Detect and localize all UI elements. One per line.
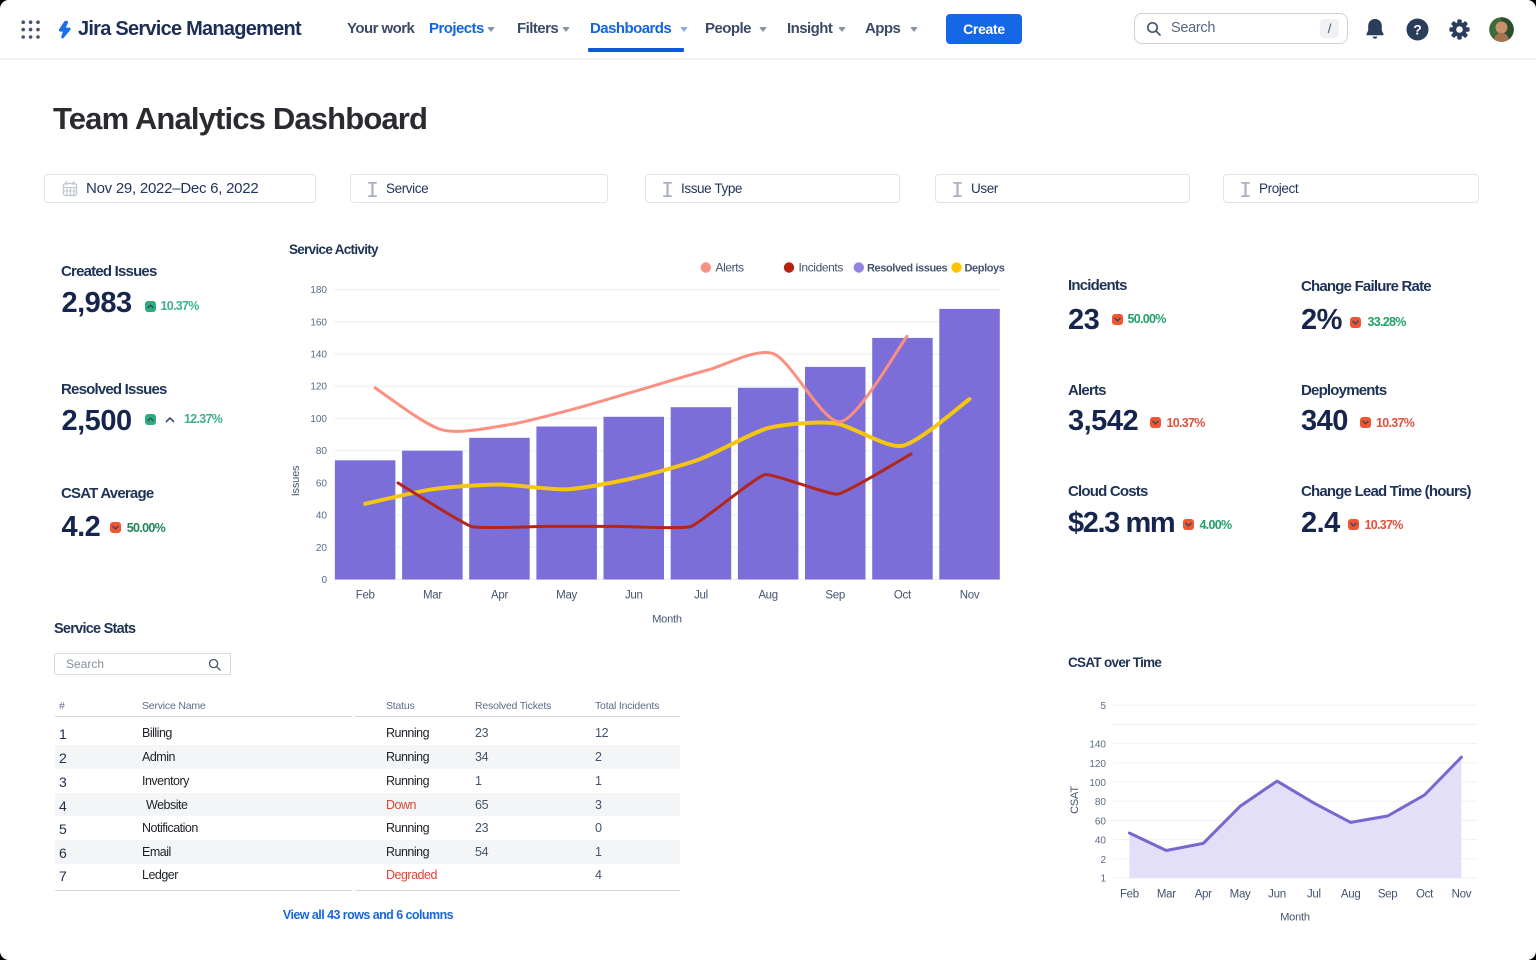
svg-text:Jul: Jul xyxy=(1307,889,1321,901)
svg-text:Aug: Aug xyxy=(758,590,778,602)
svg-text:80: 80 xyxy=(1095,797,1107,808)
svg-text:Mar: Mar xyxy=(423,590,442,602)
svg-text:Apr: Apr xyxy=(491,590,508,602)
svg-text:Aug: Aug xyxy=(1341,889,1361,901)
svg-text:Jul: Jul xyxy=(694,590,708,602)
svg-text:May: May xyxy=(556,590,577,602)
svg-text:Feb: Feb xyxy=(356,590,375,602)
svg-text:140: 140 xyxy=(1089,740,1106,751)
svg-text:Deploys: Deploys xyxy=(965,263,1005,275)
svg-text:40: 40 xyxy=(1095,836,1107,847)
svg-text:Mar: Mar xyxy=(1157,889,1176,901)
svg-text:160: 160 xyxy=(310,317,327,328)
svg-text:Month: Month xyxy=(1280,912,1310,924)
svg-text:Month: Month xyxy=(652,614,682,626)
svg-text:Oct: Oct xyxy=(1416,889,1434,901)
svg-text:Sep: Sep xyxy=(825,590,845,602)
svg-text:5: 5 xyxy=(1100,701,1106,712)
svg-text:80: 80 xyxy=(316,446,328,457)
svg-text:20: 20 xyxy=(316,543,328,554)
svg-text:Apr: Apr xyxy=(1195,889,1212,901)
svg-text:120: 120 xyxy=(1089,759,1106,770)
svg-text:60: 60 xyxy=(1095,816,1107,827)
svg-text:Incidents: Incidents xyxy=(799,261,844,275)
svg-text:120: 120 xyxy=(310,382,327,393)
svg-text:40: 40 xyxy=(316,511,328,522)
svg-text:Issues: Issues xyxy=(290,465,302,496)
svg-text:?: ? xyxy=(1413,21,1422,37)
svg-text:Resolved issues: Resolved issues xyxy=(867,263,947,275)
svg-text:May: May xyxy=(1230,889,1251,901)
svg-text:Sep: Sep xyxy=(1378,889,1398,901)
svg-text:0: 0 xyxy=(321,575,327,586)
svg-text:Nov: Nov xyxy=(960,590,980,602)
svg-text:CSAT: CSAT xyxy=(1069,786,1081,814)
svg-text:Alerts: Alerts xyxy=(716,261,745,275)
svg-text:180: 180 xyxy=(310,285,327,296)
svg-text:Jun: Jun xyxy=(1268,889,1286,901)
svg-text:60: 60 xyxy=(316,478,328,489)
svg-text:Nov: Nov xyxy=(1452,889,1472,901)
svg-text:100: 100 xyxy=(310,414,327,425)
svg-text:Oct: Oct xyxy=(894,590,912,602)
svg-text:100: 100 xyxy=(1089,778,1106,789)
svg-text:Feb: Feb xyxy=(1120,889,1139,901)
svg-text:1: 1 xyxy=(1100,874,1106,885)
svg-text:Jun: Jun xyxy=(625,590,643,602)
svg-text:140: 140 xyxy=(310,350,327,361)
svg-text:2: 2 xyxy=(1100,855,1106,866)
